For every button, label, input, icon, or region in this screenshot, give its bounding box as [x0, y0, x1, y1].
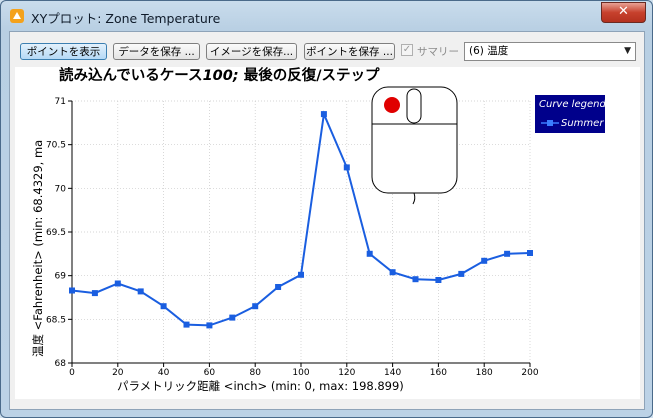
close-button[interactable]: ✕: [601, 2, 646, 23]
summary-checkbox[interactable]: ✓: [401, 44, 413, 56]
title-bar[interactable]: XYプロット: Zone Temperature ✕: [1, 1, 652, 31]
x-tick-label: 40: [158, 368, 170, 378]
show-points-button[interactable]: ポイントを表示: [20, 43, 107, 60]
data-point[interactable]: [298, 271, 304, 278]
mouse-left-button-highlight: [384, 97, 400, 113]
x-tick-label: 160: [430, 368, 447, 378]
x-axis-label: パラメトリック距離 <inch> (min: 0, max: 198.899): [117, 379, 404, 393]
data-point[interactable]: [137, 288, 144, 295]
data-point[interactable]: [343, 164, 350, 171]
plot-panel[interactable]: 読み込んでいるケース100; 最後の反復/ステップ 0 20 40 60 80 100 12…: [15, 66, 640, 399]
data-point[interactable]: [275, 284, 282, 290]
data-point[interactable]: [435, 277, 442, 283]
x-tick-label: 120: [338, 368, 355, 378]
summary-label: サマリー: [417, 46, 459, 58]
data-point[interactable]: [160, 303, 167, 310]
data-point[interactable]: [320, 111, 327, 118]
data-point[interactable]: [229, 314, 236, 321]
mouse-icon: [371, 86, 458, 205]
x-tick-label: 180: [476, 368, 493, 378]
app-icon: [10, 9, 24, 23]
data-point[interactable]: [504, 250, 511, 257]
legend-title: Curve legend: [539, 99, 606, 110]
y-tick-label: 70.5: [46, 141, 66, 151]
save-image-button[interactable]: イメージを保存...: [206, 43, 297, 60]
legend-series-label: Summer: [561, 118, 604, 129]
tick-labels: 0 20 40 60 80 100 120 140 160 180 200 68 68.5 69 69.5 7…: [46, 97, 539, 378]
save-data-button[interactable]: データを保存 ...: [113, 43, 200, 60]
toolbar: ポイントを表示 データを保存 ... イメージを保存... ポイントを保存 ..…: [14, 40, 640, 62]
x-tick-label: 80: [249, 368, 261, 378]
variable-select[interactable]: (6) 温度 ▼: [464, 42, 636, 61]
grid-lines: [71, 100, 531, 364]
x-tick-label: 140: [384, 368, 401, 378]
chart-axes: [68, 100, 531, 367]
data-point[interactable]: [69, 287, 75, 294]
y-axis-label: 温度 <Fahrenheit> (min: 68.4329, ma: [31, 140, 45, 357]
y-tick-label: 69.5: [46, 228, 66, 238]
window-title: XYプロット: Zone Temperature: [31, 11, 221, 26]
chart-title: 読み込んでいるケース100; 最後の反復/ステップ: [59, 67, 380, 84]
curve-legend[interactable]: Curve legend Summer: [535, 95, 606, 133]
y-tick-label: 70: [55, 184, 67, 194]
chevron-down-icon: ▼: [624, 46, 631, 56]
app-window: XYプロット: Zone Temperature ✕ ポイントを表示 データを保…: [0, 0, 653, 418]
x-tick-label: 100: [292, 368, 309, 378]
xy-chart: 読み込んでいるケース100; 最後の反復/ステップ 0 20 40 60 80 100 12…: [31, 66, 606, 393]
x-tick-label: 20: [112, 368, 124, 378]
data-point[interactable]: [527, 250, 533, 256]
data-point[interactable]: [412, 276, 419, 283]
data-point[interactable]: [366, 250, 373, 257]
variable-select-value: (6) 温度: [469, 45, 509, 57]
data-point[interactable]: [91, 290, 98, 297]
y-tick-label: 68.5: [46, 315, 66, 325]
y-tick-label: 69: [55, 272, 67, 282]
x-tick-label: 0: [69, 368, 75, 378]
data-point[interactable]: [458, 270, 465, 277]
data-point[interactable]: [183, 321, 190, 328]
data-point[interactable]: [206, 322, 213, 329]
data-point[interactable]: [252, 303, 259, 310]
legend-marker: [547, 120, 553, 126]
x-tick-label: 200: [521, 368, 538, 378]
data-point[interactable]: [481, 257, 488, 264]
y-tick-label: 68: [55, 359, 67, 369]
y-tick-label: 71: [55, 97, 66, 107]
client-area: ポイントを表示 データを保存 ... イメージを保存... ポイントを保存 ..…: [9, 31, 645, 410]
data-point[interactable]: [114, 280, 121, 287]
data-point[interactable]: [389, 269, 396, 276]
save-points-button[interactable]: ポイントを保存 ...: [304, 43, 395, 60]
x-tick-label: 60: [204, 368, 216, 378]
